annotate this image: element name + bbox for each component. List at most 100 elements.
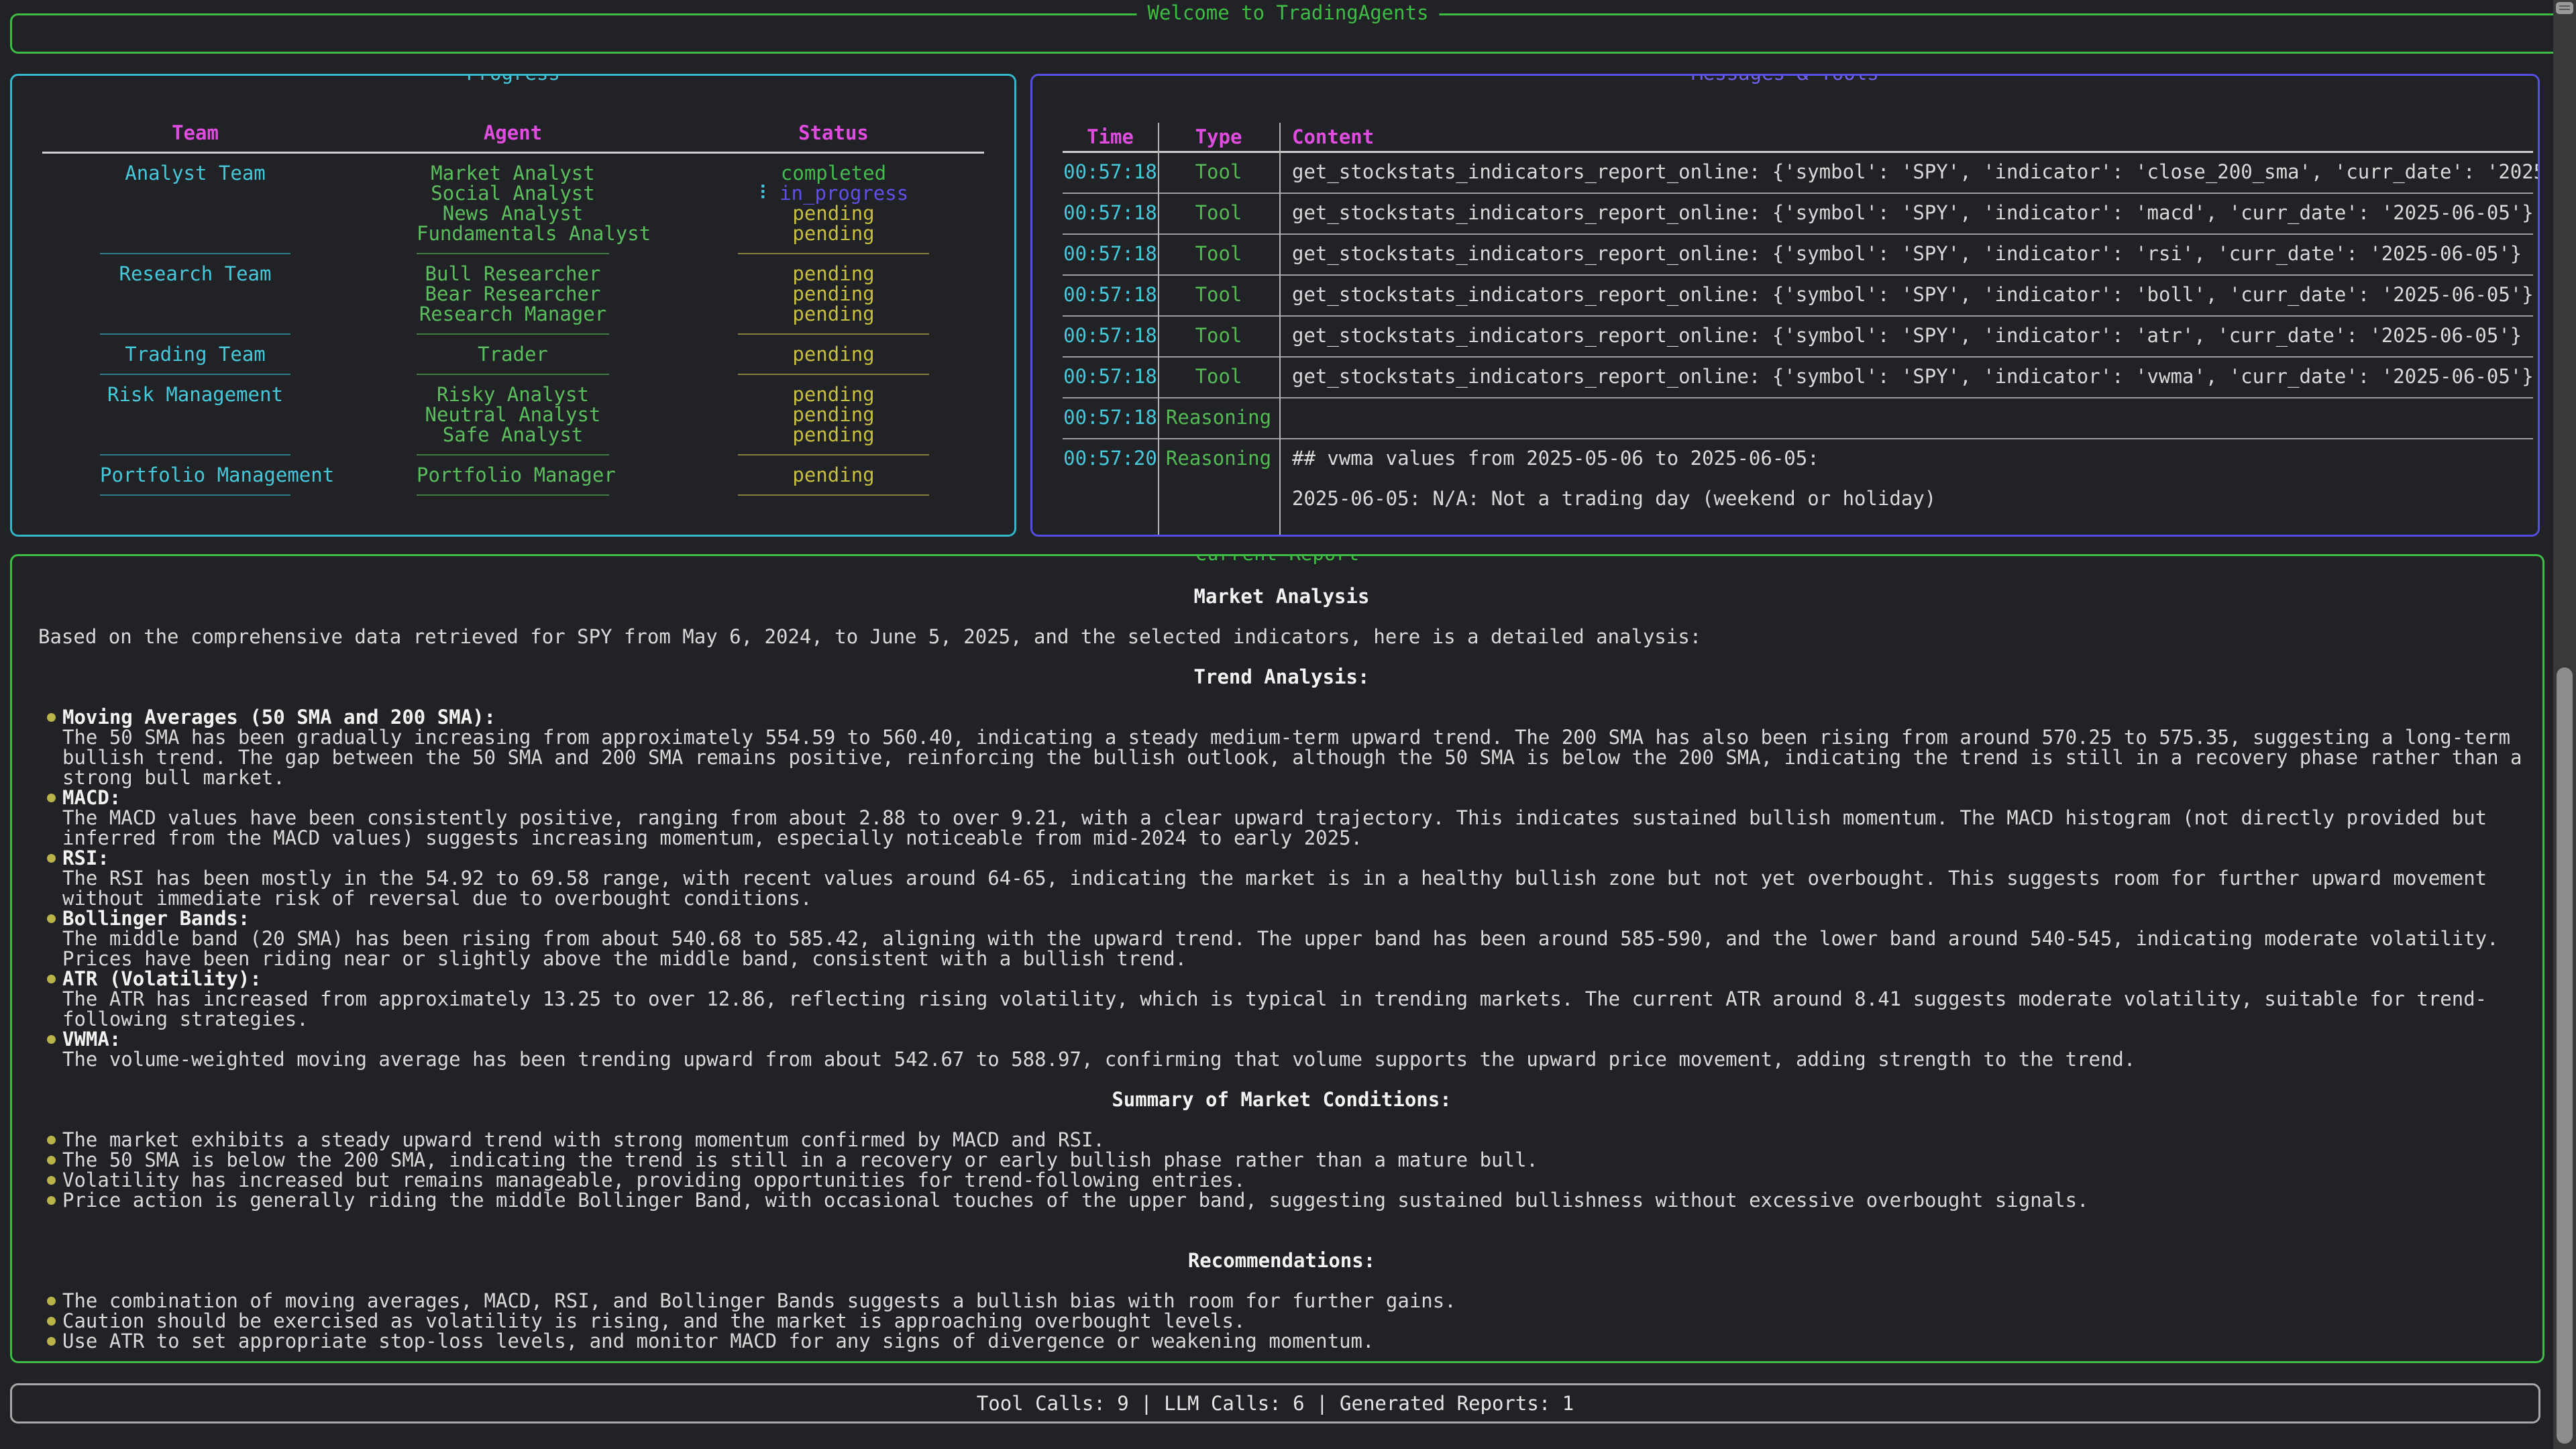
message-content: ## vwma values from 2025-05-06 to 2025-0… xyxy=(1292,448,1819,468)
message-type: Tool xyxy=(1158,325,1279,345)
progress-row: Fundamentals Analyst pending xyxy=(42,223,984,244)
messages-table-body: 00:57:18Toolget_stockstats_indicators_re… xyxy=(1063,153,2533,537)
agent-name: Fundamentals Analyst xyxy=(417,223,609,244)
progress-panel-title: Progress xyxy=(455,74,571,83)
scrollbar-menu-icon[interactable] xyxy=(2556,2,2573,14)
separator-segment xyxy=(738,454,929,455)
group-separator xyxy=(42,244,984,264)
message-row: 00:57:18Toolget_stockstats_indicators_re… xyxy=(1063,235,2533,276)
report-heading: Market Analysis xyxy=(38,586,2525,606)
scrollbar-track[interactable] xyxy=(2553,0,2576,1449)
message-type: Tool xyxy=(1158,244,1279,264)
team-name: Research Team xyxy=(100,264,290,284)
welcome-title: Welcome to TradingAgents xyxy=(1136,3,1439,23)
message-time: 00:57:18 xyxy=(1063,162,1158,182)
message-time: 00:57:18 xyxy=(1063,325,1158,345)
agent-name: Portfolio Manager xyxy=(417,465,609,485)
trend-bullet: Moving Averages (50 SMA and 200 SMA):The… xyxy=(38,707,2525,788)
message-row: 00:57:20Reasoning## vwma values from 202… xyxy=(1063,439,2533,537)
agent-status: pending xyxy=(738,264,929,284)
trend-bullet: VWMA:The volume-weighted moving average … xyxy=(38,1029,2525,1069)
summary-bullet-list: The market exhibits a steady upward tren… xyxy=(38,1130,2525,1210)
message-row: 00:57:18Toolget_stockstats_indicators_re… xyxy=(1063,276,2533,317)
agent-name: News Analyst xyxy=(417,203,609,223)
agent-name: Bull Researcher xyxy=(417,264,609,284)
message-type: Reasoning xyxy=(1158,448,1279,468)
message-content: get_stockstats_indicators_report_online:… xyxy=(1292,244,2522,264)
agent-status: pending xyxy=(738,223,929,244)
separator-segment xyxy=(738,253,929,254)
message-row: 00:57:18Toolget_stockstats_indicators_re… xyxy=(1063,153,2533,194)
separator-segment xyxy=(738,333,929,335)
agent-status: pending xyxy=(738,405,929,425)
progress-row: Bear Researcher pending xyxy=(42,284,984,304)
report-body: Market Analysis Based on the comprehensi… xyxy=(38,586,2525,1363)
spinner-icon: ⠇ xyxy=(759,182,773,205)
message-content: get_stockstats_indicators_report_online:… xyxy=(1292,203,2534,223)
message-time: 00:57:18 xyxy=(1063,203,1158,223)
messages-panel: Messages & Tools Time Type Content 00:57… xyxy=(1030,74,2540,537)
message-type: Tool xyxy=(1158,162,1279,182)
separator-segment xyxy=(100,333,290,335)
agent-status: pending xyxy=(738,465,929,485)
progress-table-header: Team Agent Status xyxy=(42,123,984,143)
agent-name: Risky Analyst xyxy=(417,384,609,405)
message-type: Reasoning xyxy=(1158,407,1279,427)
group-separator xyxy=(42,324,984,344)
progress-row: Research Manager pending xyxy=(42,304,984,324)
trend-bullet: Bollinger Bands:The middle band (20 SMA)… xyxy=(38,908,2525,969)
agent-status: pending xyxy=(738,344,929,364)
message-time: 00:57:18 xyxy=(1063,407,1158,427)
separator-segment xyxy=(417,454,609,455)
progress-panel: Progress Team Agent Status Analyst TeamM… xyxy=(10,74,1016,537)
column-header-type: Type xyxy=(1158,123,1279,151)
progress-table-body: Analyst TeamMarket AnalystcompletedSocia… xyxy=(42,163,984,505)
bullet-text: The middle band (20 SMA) has been rising… xyxy=(62,927,2499,970)
separator-segment xyxy=(738,494,929,496)
progress-row: Social Analyst⠇in_progress xyxy=(42,183,984,203)
trend-bullet: RSI:The RSI has been mostly in the 54.92… xyxy=(38,848,2525,908)
bullet-text: The 50 SMA has been gradually increasing… xyxy=(62,726,2522,789)
messages-table-header: Time Type Content xyxy=(1063,123,2533,153)
separator-segment xyxy=(417,374,609,375)
column-header-status: Status xyxy=(738,123,929,143)
column-header-content: Content xyxy=(1292,123,1374,151)
agent-status: pending xyxy=(738,304,929,324)
summary-heading: Summary of Market Conditions: xyxy=(38,1089,2525,1110)
message-content: get_stockstats_indicators_report_online:… xyxy=(1292,366,2534,386)
team-name: Trading Team xyxy=(100,344,290,364)
message-row: 00:57:18Reasoning xyxy=(1063,398,2533,439)
separator-segment xyxy=(100,253,290,254)
recommendation-bullet-list: The combination of moving averages, MACD… xyxy=(38,1291,2525,1351)
agent-name: Research Manager xyxy=(417,304,609,324)
scrollbar-thumb[interactable] xyxy=(2557,667,2573,1444)
bullet-text: The MACD values have been consistently p… xyxy=(62,806,2487,849)
message-content: get_stockstats_indicators_report_online:… xyxy=(1292,284,2534,305)
trend-analysis-heading: Trend Analysis: xyxy=(38,667,2525,687)
message-type: Tool xyxy=(1158,284,1279,305)
progress-row: Portfolio ManagementPortfolio Managerpen… xyxy=(42,465,984,485)
messages-panel-title: Messages & Tools xyxy=(1680,74,1889,83)
column-header-agent: Agent xyxy=(417,123,609,143)
message-content: get_stockstats_indicators_report_online:… xyxy=(1292,325,2522,345)
bullet-label: RSI: xyxy=(62,848,2525,868)
bullet-label: Bollinger Bands: xyxy=(62,908,2525,928)
message-row: 00:57:18Tool get_stockstats_indicators_re… xyxy=(1063,317,2533,358)
agent-name: Safe Analyst xyxy=(417,425,609,445)
agent-name: Bear Researcher xyxy=(417,284,609,304)
summary-bullet: Price action is generally riding the mid… xyxy=(38,1190,2525,1210)
recommendations-heading: Recommendations: xyxy=(38,1250,2525,1271)
separator-segment xyxy=(100,494,290,496)
messages-table: Time Type Content 00:57:18Toolget_stocks… xyxy=(1063,123,2533,535)
progress-row: Analyst TeamMarket Analystcompleted xyxy=(42,163,984,183)
report-panel: Current Report Market Analysis Based on … xyxy=(10,554,2544,1363)
trend-bullet-list: Moving Averages (50 SMA and 200 SMA):The… xyxy=(38,707,2525,1069)
agent-name: Market Analyst xyxy=(417,163,609,183)
agent-name: Neutral Analyst xyxy=(417,405,609,425)
agent-status: pending xyxy=(738,425,929,445)
separator-segment xyxy=(417,253,609,254)
progress-row: Risk ManagementRisky Analystpending xyxy=(42,384,984,405)
agent-status: pending xyxy=(738,284,929,304)
progress-table: Team Agent Status Analyst TeamMarket Ana… xyxy=(42,123,984,505)
separator-segment xyxy=(417,333,609,335)
